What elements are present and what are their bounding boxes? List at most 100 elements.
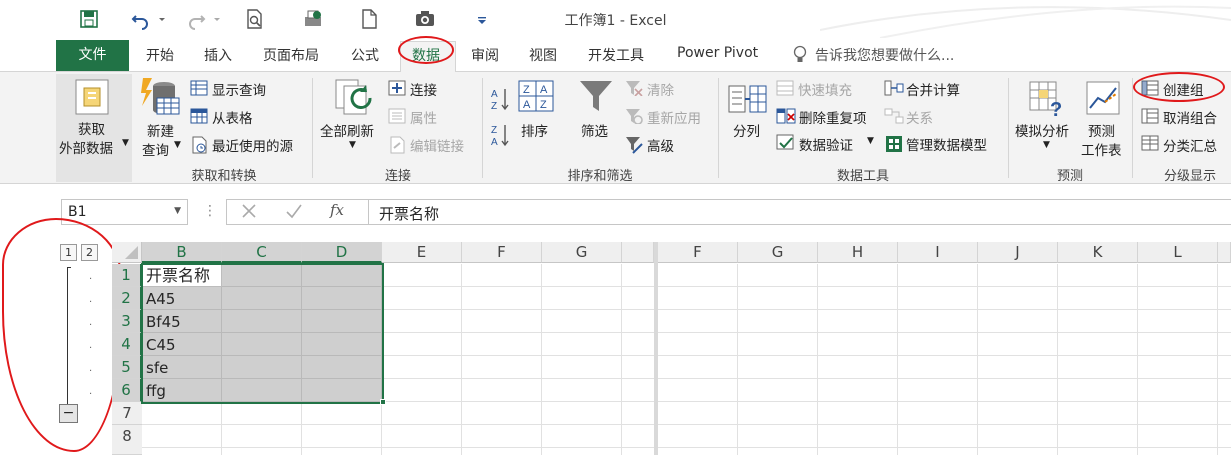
new-query-label-1[interactable]: 新建 [147, 120, 174, 140]
new-query-icon[interactable] [140, 76, 180, 118]
column-header-i[interactable]: I [898, 242, 978, 263]
tab-review[interactable]: 审阅 [471, 45, 499, 65]
tab-power-pivot[interactable]: Power Pivot [677, 45, 758, 61]
forecast-sheet-label-2[interactable]: 工作表 [1081, 139, 1122, 159]
svg-text:A: A [523, 99, 531, 111]
cell-b6[interactable]: ffg [146, 380, 166, 402]
refresh-all-icon[interactable] [334, 78, 374, 118]
ungroup-button[interactable]: 取消组合 [1163, 107, 1217, 127]
row-header-3[interactable]: 3 [112, 310, 142, 333]
sort-button[interactable]: 排序 [521, 120, 548, 140]
svg-text:A: A [540, 84, 548, 96]
consolidate-button[interactable]: 合并计算 [906, 79, 960, 99]
properties-button[interactable]: 属性 [410, 107, 437, 127]
relationships-button[interactable]: 关系 [906, 107, 933, 127]
filter-button[interactable]: 筛选 [581, 120, 608, 140]
connections-button[interactable]: 连接 [410, 79, 437, 99]
forecast-sheet-label-1[interactable]: 预测 [1088, 120, 1115, 140]
data-validation-button[interactable]: 数据验证 [799, 134, 853, 154]
fill-handle[interactable] [380, 399, 386, 405]
group-label-connections: 连接 [384, 169, 411, 184]
edit-links-button[interactable]: 编辑链接 [410, 135, 464, 155]
cell-b1[interactable]: 开票名称 [146, 265, 210, 287]
column-header-h[interactable]: H [818, 242, 898, 263]
cell-b3[interactable]: Bf45 [146, 311, 181, 333]
insert-function-icon[interactable]: fx [330, 201, 344, 219]
flash-fill-icon [776, 80, 794, 96]
tab-view[interactable]: 视图 [529, 45, 557, 65]
ribbon-data: 获取 外部数据 ▼ 新建 查询 ▼ 显示查询 从表格 最近使用的源 获取和转换 … [0, 71, 1231, 184]
new-query-label-2[interactable]: 查询 [142, 139, 169, 159]
advanced-button[interactable]: 高级 [647, 135, 674, 155]
from-table-button[interactable]: 从表格 [212, 107, 253, 127]
cell-b2[interactable]: A45 [146, 288, 175, 310]
text-to-columns-button[interactable]: 分列 [733, 120, 760, 140]
column-header-partial[interactable] [622, 242, 654, 263]
subtotal-icon [1141, 135, 1159, 151]
forecast-sheet-icon[interactable] [1085, 80, 1121, 116]
chevron-down-icon: ▼ [867, 136, 874, 146]
ungroup-icon [1141, 108, 1159, 124]
recent-sources-icon [190, 136, 208, 154]
cancel-icon[interactable] [240, 202, 258, 220]
row-header-6[interactable]: 6 [112, 379, 142, 402]
tab-developer[interactable]: 开发工具 [588, 45, 644, 65]
clear-button[interactable]: 清除 [647, 79, 674, 99]
formula-bar-grip-icon[interactable]: ⋮ [203, 203, 217, 219]
recent-sources-button[interactable]: 最近使用的源 [212, 135, 293, 155]
column-header-j[interactable]: J [978, 242, 1058, 263]
column-header-f[interactable]: F [462, 242, 542, 263]
flash-fill-button[interactable]: 快速填充 [798, 79, 852, 99]
column-header-d[interactable]: D [302, 242, 382, 263]
reapply-button[interactable]: 重新应用 [647, 107, 701, 127]
row-header-8[interactable]: 8 [112, 425, 142, 455]
annotation-circle-data-tab [398, 36, 454, 64]
manage-data-model-icon [884, 134, 904, 154]
column-header-k[interactable]: K [1058, 242, 1138, 263]
what-if-analysis-button[interactable]: 模拟分析 [1015, 120, 1069, 140]
name-box-value: B1 [68, 204, 87, 220]
sort-dialog-icon[interactable]: ZAAZ [518, 80, 554, 112]
svg-text:?: ? [1050, 99, 1062, 118]
select-all-corner[interactable] [112, 242, 142, 263]
column-header-b[interactable]: B [142, 242, 222, 263]
what-if-analysis-icon[interactable]: ? [1028, 80, 1064, 118]
chevron-down-icon: ▼ [174, 206, 181, 216]
show-queries-button[interactable]: 显示查询 [212, 79, 266, 99]
manage-data-model-button[interactable]: 管理数据模型 [906, 134, 987, 154]
from-table-icon [190, 108, 208, 124]
group-label-forecast: 预测 [1056, 169, 1083, 184]
divider [718, 78, 719, 178]
column-header-l[interactable]: L [1138, 242, 1218, 263]
cell-b4[interactable]: C45 [146, 334, 176, 356]
column-header-g[interactable]: G [542, 242, 622, 263]
tab-formulas[interactable]: 公式 [351, 45, 379, 65]
remove-duplicates-button[interactable]: 删除重复项 [799, 107, 867, 127]
text-to-columns-icon[interactable] [728, 82, 768, 116]
group-label-get-transform: 获取和转换 [191, 169, 257, 184]
column-header-partial-right[interactable] [1218, 242, 1231, 263]
row-header-7[interactable]: 7 [112, 402, 142, 425]
filter-icon[interactable] [578, 78, 614, 114]
subtotal-button[interactable]: 分类汇总 [1163, 135, 1217, 155]
tell-me-search[interactable]: 告诉我您想要做什么... [815, 45, 954, 65]
chevron-down-icon: ▼ [174, 140, 181, 150]
row-header-4[interactable]: 4 [112, 333, 142, 356]
row-header-5[interactable]: 5 [112, 356, 142, 379]
column-header-g-right[interactable]: G [738, 242, 818, 263]
row-header-2[interactable]: 2 [112, 287, 142, 310]
column-header-f-right[interactable]: F [658, 242, 738, 263]
column-header-e[interactable]: E [382, 242, 462, 263]
row-header-1[interactable]: 1 [112, 264, 142, 287]
tab-home[interactable]: 开始 [146, 45, 174, 65]
cell-b5[interactable]: sfe [146, 357, 168, 379]
refresh-all-button[interactable]: 全部刷新 [320, 120, 374, 140]
sort-descending-icon[interactable]: ZA [490, 122, 512, 148]
formula-input[interactable]: 开票名称 [368, 199, 1231, 225]
enter-icon[interactable] [285, 202, 303, 220]
sort-ascending-icon[interactable]: AZ [490, 86, 512, 112]
grid-right[interactable] [658, 264, 1231, 455]
tab-page-layout[interactable]: 页面布局 [263, 45, 319, 65]
tab-insert[interactable]: 插入 [204, 45, 232, 65]
column-header-c[interactable]: C [222, 242, 302, 263]
